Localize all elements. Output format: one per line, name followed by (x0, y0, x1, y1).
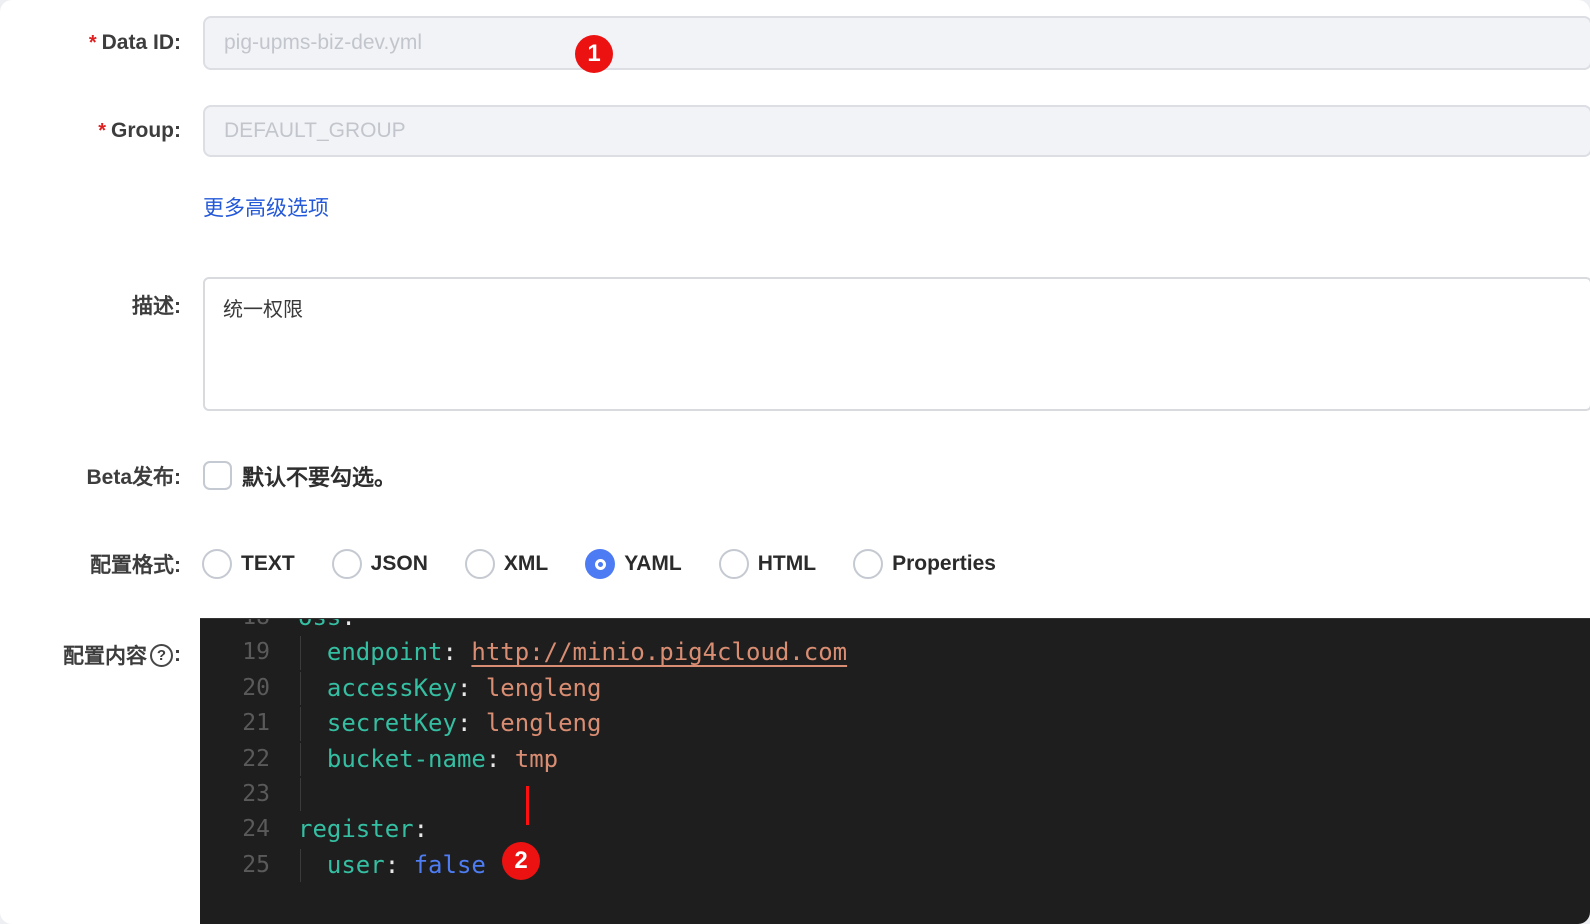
help-icon[interactable]: ? (150, 643, 173, 667)
code-line: 18 oss: (200, 619, 1590, 635)
code-text: register: (298, 815, 429, 844)
code-lines: 18oss:19 endpoint: http://minio.pig4clou… (200, 619, 1590, 883)
code-line: 21 secretKey: lengleng (200, 706, 1590, 741)
radio-circle-icon (718, 549, 749, 579)
data-id-label: * Data ID: (88, 31, 181, 54)
radio-label: JSON (370, 552, 428, 575)
code-text: accessKey: lengleng (326, 673, 602, 702)
format-radio-text[interactable]: TEXT (202, 549, 295, 579)
required-asterisk: * (98, 119, 107, 142)
description-label: 描述: (132, 295, 181, 318)
code-line: 20 accessKey: lengleng (200, 671, 1590, 706)
content-label: 配置内容 ? : (63, 643, 181, 668)
beta-hint-text: 默认不要勾选。 (242, 464, 397, 490)
format-label: 配置格式: (90, 554, 181, 577)
editor-cursor-marker (526, 786, 529, 825)
line-number: 22 (242, 745, 270, 772)
radio-label: HTML (757, 552, 817, 575)
line-number: 23 (242, 780, 270, 807)
code-text: endpoint: http://minio.pig4cloud.com (326, 638, 848, 667)
annotation-marker-2: 2 (502, 842, 540, 880)
radio-circle-icon (202, 549, 232, 579)
line-number: 24 (242, 816, 270, 843)
more-advanced-options-link[interactable]: 更多高级选项 (203, 192, 329, 222)
code-text: oss: (298, 619, 356, 635)
code-text: user: false (326, 850, 486, 879)
format-radio-yaml[interactable]: YAML (585, 549, 682, 579)
annotation-marker-1: 1 (575, 35, 613, 73)
format-radio-properties[interactable]: Properties (853, 549, 996, 579)
data-id-input (203, 16, 1590, 70)
radio-circle-icon (853, 549, 884, 579)
beta-label: Beta发布: (86, 465, 181, 489)
radio-label: YAML (624, 552, 682, 575)
radio-label: Properties (892, 552, 996, 575)
radio-selected-dot (594, 558, 606, 570)
code-line: 24 register: (200, 812, 1590, 847)
radio-label: XML (503, 552, 549, 575)
radio-circle-icon (464, 549, 495, 579)
line-number: 18 (200, 619, 270, 635)
radio-circle-icon (585, 549, 616, 579)
code-line: 25 user: false (200, 848, 1590, 883)
radio-label: TEXT (241, 552, 295, 575)
code-text: bucket-name: tmp (326, 744, 559, 773)
code-text: secretKey: lengleng (326, 709, 602, 738)
line-number: 19 (242, 639, 270, 666)
line-number: 25 (242, 851, 270, 878)
required-asterisk: * (88, 31, 97, 54)
group-input (203, 105, 1590, 157)
beta-checkbox[interactable] (203, 461, 232, 490)
line-number: 21 (242, 710, 270, 737)
group-label: * Group: (98, 119, 181, 142)
format-radio-xml[interactable]: XML (464, 549, 549, 579)
code-line: 23 (200, 777, 1590, 812)
format-radio-group: TEXT JSON XML YAML HTML Properties (202, 549, 996, 579)
indent-guide (300, 777, 301, 812)
format-radio-html[interactable]: HTML (718, 549, 817, 579)
config-edit-panel: * Data ID: * Group: 更多高级选项 描述: 统一权限 Beta… (0, 0, 1590, 924)
code-line: 19 endpoint: http://minio.pig4cloud.com (200, 635, 1590, 670)
format-radio-json[interactable]: JSON (331, 549, 428, 579)
code-line: 22 bucket-name: tmp (200, 742, 1590, 777)
radio-circle-icon (331, 549, 362, 579)
config-content-editor[interactable]: 18oss:19 endpoint: http://minio.pig4clou… (200, 618, 1590, 924)
description-textarea[interactable]: 统一权限 (203, 277, 1590, 411)
line-number: 20 (242, 674, 270, 701)
